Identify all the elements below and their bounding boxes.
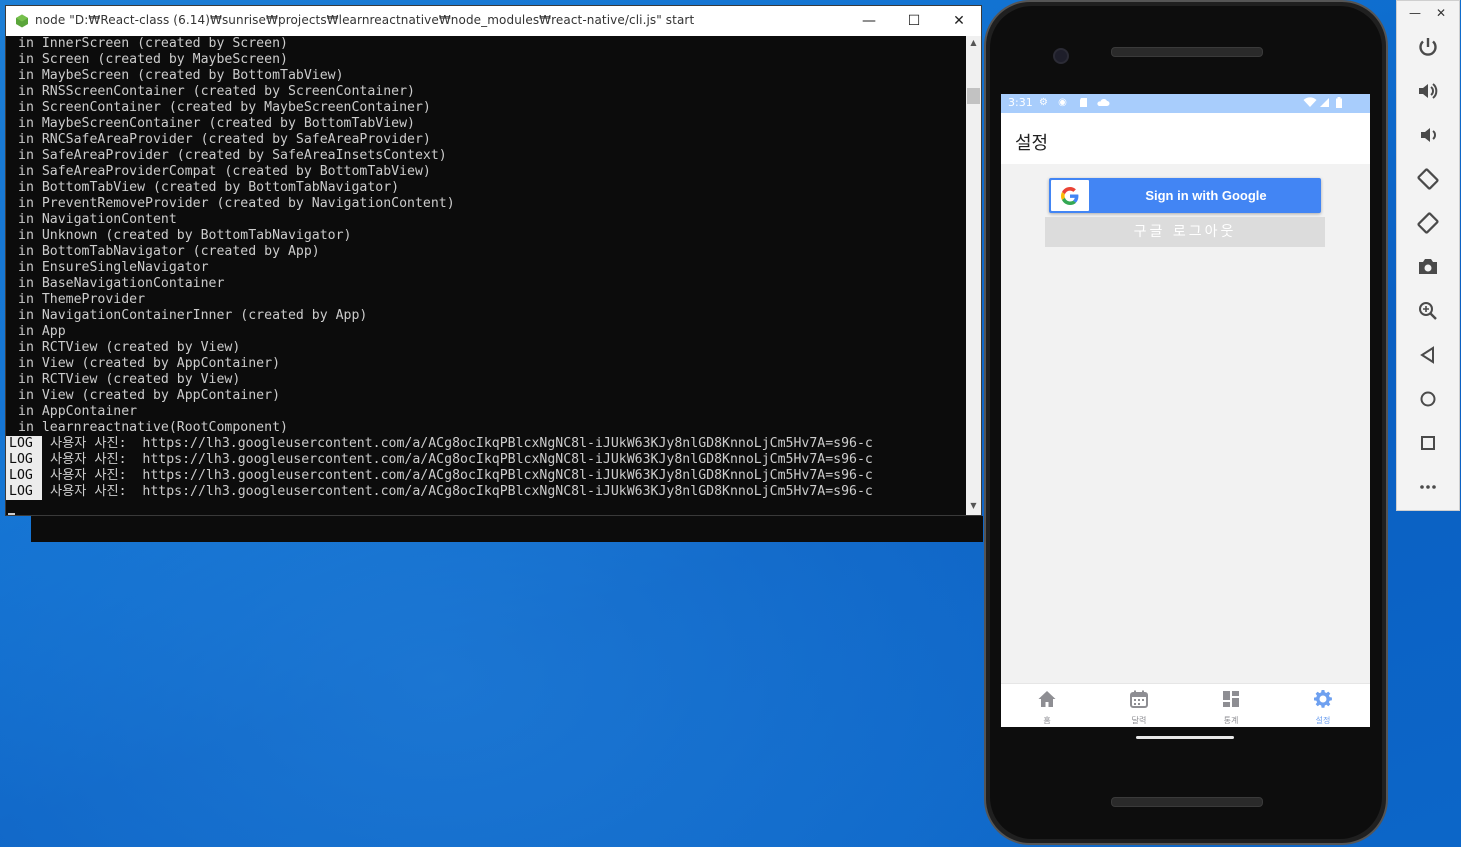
tab-label: 홈 [1043,716,1051,725]
power-icon[interactable] [1415,34,1441,60]
phone-screen[interactable]: 3:31 ⚙ ◉ 설정 Sign in with Google 구글 로그아웃 … [1001,94,1370,727]
google-sign-in-button[interactable]: Sign in with Google [1049,178,1321,213]
minimize-button[interactable]: — [846,6,892,36]
status-time: 3:31 [1008,96,1033,109]
maximize-button[interactable]: ☐ [891,6,937,36]
console-line: in PreventRemoveProvider (created by Nav… [18,196,455,211]
console-line: in RCTView (created by View) [18,340,241,355]
log-tag: LOG [6,452,42,468]
shield-status-icon: ◉ [1058,97,1067,108]
volume-up-icon[interactable] [1415,78,1441,104]
close-button[interactable]: ✕ [936,6,982,36]
tab-calendar[interactable]: 달력 [1093,684,1185,727]
bottom-speaker [1111,797,1263,807]
overview-icon[interactable] [1415,430,1441,456]
console-line: in ScreenContainer (created by MaybeScre… [18,100,431,115]
console-line: in View (created by AppContainer) [18,356,281,371]
scroll-up-arrow-icon[interactable]: ▲ [966,38,981,50]
rotate-right-icon[interactable] [1415,210,1441,236]
console-window-shadow [31,516,983,542]
log-line: LOG 사용자 사진: https://lh3.googleusercontent… [6,452,966,468]
google-logo-icon [1061,187,1079,205]
console-line: in NavigationContent [18,212,177,227]
sd-card-status-icon [1080,98,1087,107]
console-line: in NavigationContainerInner (created by … [18,308,368,323]
battery-icon [1336,97,1342,108]
dashboard-icon [1223,691,1239,707]
settings-gear-status-icon: ⚙ [1039,97,1048,108]
console-line: in EnsureSingleNavigator [18,260,209,275]
calendar-icon [1130,690,1148,708]
tab-label-active: 설정 [1315,716,1331,725]
console-line: in RCTView (created by View) [18,372,241,387]
wifi-icon [1303,97,1317,107]
app-header: 설정 [1001,113,1370,164]
rotate-left-icon[interactable] [1415,166,1441,192]
tab-statistics[interactable]: 통계 [1185,684,1277,727]
bottom-tab-bar: 홈 달력 통계 설정 [1001,683,1370,727]
console-line: in RNCSafeAreaProvider (created by SafeA… [18,132,431,147]
front-camera-icon [1053,48,1069,64]
console-line: in InnerScreen (created by Screen) [18,36,288,51]
top-speaker [1111,47,1263,57]
console-line: in AppContainer [18,404,138,419]
console-line: in MaybeScreen (created by BottomTabView… [18,68,344,83]
settings-icon [1314,690,1332,708]
home-circle-icon[interactable] [1415,386,1441,412]
console-line: in Screen (created by MaybeScreen) [18,52,288,67]
console-line: in SafeAreaProviderCompat (created by Bo… [18,164,431,179]
log-message: 사용자 사진: https://lh3.googleusercontent.co… [50,452,873,467]
home-icon [1038,691,1056,707]
log-message: 사용자 사진: https://lh3.googleusercontent.co… [50,436,873,451]
console-line: in BottomTabNavigator (created by App) [18,244,320,259]
text-cursor [8,513,15,515]
gesture-home-bar[interactable] [1136,736,1234,739]
zoom-icon[interactable] [1415,298,1441,324]
console-scrollbar[interactable]: ▲ ▼ [966,36,981,515]
console-line: in BottomTabView (created by BottomTabNa… [18,180,400,195]
console-line: in MaybeScreenContainer (created by Bott… [18,116,415,131]
log-message: 사용자 사진: https://lh3.googleusercontent.co… [50,484,873,499]
console-line: in Unknown (created by BottomTabNavigato… [18,228,352,243]
log-line: LOG 사용자 사진: https://lh3.googleusercontent… [6,436,966,452]
emulator-toolbar: — ✕ [1396,0,1460,511]
console-line: in SafeAreaProvider (created by SafeArea… [18,148,447,163]
tab-home[interactable]: 홈 [1001,684,1093,727]
tab-label: 통계 [1223,716,1239,725]
log-tag: LOG [6,468,42,484]
page-title: 설정 [1015,133,1049,154]
scrollbar-thumb[interactable] [967,88,980,104]
console-titlebar[interactable]: node "D:₩React-class (6.14)₩sunrise₩proj… [6,6,981,36]
google-logout-button[interactable]: 구글 로그아웃 [1045,217,1325,247]
console-line: in View (created by AppContainer) [18,388,281,403]
console-title: node "D:₩React-class (6.14)₩sunrise₩proj… [35,13,695,27]
log-line: LOG 사용자 사진: https://lh3.googleusercontent… [6,468,966,484]
log-message: 사용자 사진: https://lh3.googleusercontent.co… [50,468,873,483]
close-emulator-button[interactable]: ✕ [1433,5,1449,21]
console-line: in learnreactnative(RootComponent) [18,420,288,435]
log-line: LOG 사용자 사진: https://lh3.googleusercontent… [6,484,966,500]
console-line: in RNSScreenContainer (created by Screen… [18,84,415,99]
more-icon[interactable] [1415,474,1441,500]
tab-settings[interactable]: 설정 [1277,684,1369,727]
tab-label: 달력 [1131,716,1147,725]
nodejs-icon [16,14,28,28]
back-icon[interactable] [1415,342,1441,368]
volume-down-icon[interactable] [1415,122,1441,148]
google-logo-container [1051,180,1089,211]
console-line: in ThemeProvider [18,292,146,307]
console-line: in BaseNavigationContainer [18,276,225,291]
scroll-down-arrow-icon[interactable]: ▼ [966,501,981,513]
android-status-bar: 3:31 ⚙ ◉ [1001,94,1370,113]
google-sign-in-label: Sign in with Google [1145,188,1267,203]
camera-icon[interactable] [1415,254,1441,280]
cloud-status-icon [1097,99,1110,106]
log-tag: LOG [6,484,42,500]
minimize-toolbar-button[interactable]: — [1407,5,1423,21]
console-output[interactable]: in InnerScreen (created by Screen) in Sc… [6,36,966,515]
console-window[interactable]: node "D:₩React-class (6.14)₩sunrise₩proj… [5,5,982,516]
signal-icon [1320,98,1329,107]
log-tag: LOG [6,436,42,452]
console-line: in App [18,324,66,339]
